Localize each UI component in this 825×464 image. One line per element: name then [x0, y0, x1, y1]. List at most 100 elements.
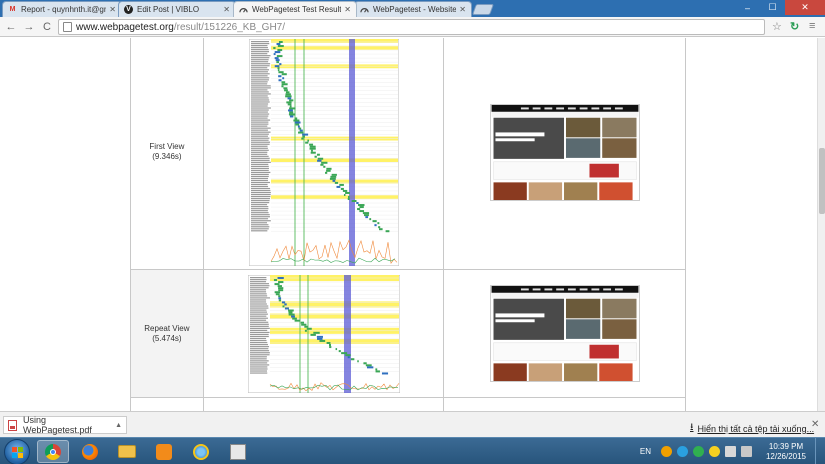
request-bar — [288, 311, 293, 314]
first-view-screenshot-cell — [443, 38, 686, 270]
site-nav-item — [614, 288, 623, 291]
request-label — [250, 185, 268, 187]
repeat-view-label: Repeat View — [144, 323, 190, 333]
taskbar-coccoc[interactable] — [148, 440, 180, 463]
page-icon — [63, 22, 72, 32]
first-view-screenshot[interactable] — [489, 103, 640, 201]
show-desktop-button[interactable] — [815, 438, 825, 464]
minimize-button[interactable]: – — [735, 0, 760, 15]
reload-button[interactable]: C — [40, 20, 54, 34]
request-bar — [363, 361, 367, 364]
story-tile — [528, 181, 562, 200]
request-label — [250, 155, 269, 157]
request-label — [250, 215, 270, 217]
start-button[interactable] — [4, 439, 30, 464]
repeat-view-waterfall[interactable] — [247, 274, 400, 393]
address-bar[interactable]: www.webpagetest.org/result/151226_KB_GH7… — [58, 19, 765, 35]
request-label — [249, 371, 267, 374]
request-label — [250, 56, 269, 58]
request-bar — [366, 365, 373, 368]
taskbar-chrome[interactable] — [37, 440, 69, 463]
close-download-bar-icon[interactable]: ✕ — [811, 419, 819, 430]
request-label — [250, 127, 271, 129]
close-icon[interactable]: ✕ — [109, 5, 116, 14]
request-label — [249, 290, 266, 292]
close-icon[interactable]: ✕ — [344, 5, 351, 14]
request-label — [250, 133, 269, 135]
close-window-button[interactable]: ✕ — [785, 0, 825, 15]
extension-icon[interactable]: ↻ — [790, 20, 799, 33]
tab-gmail[interactable]: M Report - quynhnth.it@gm ✕ — [2, 1, 122, 17]
page-scrollbar[interactable] — [817, 38, 825, 411]
chevron-up-icon[interactable]: ▲ — [115, 422, 122, 429]
request-bar — [287, 102, 292, 105]
repeat-view-screenshot[interactable] — [489, 285, 640, 382]
tab-webpagetest-site[interactable]: WebPagetest - Website Pe ✕ — [354, 1, 472, 17]
hero-headline — [495, 137, 535, 141]
windows-logo-icon — [11, 446, 23, 458]
request-label — [250, 219, 271, 221]
site-nav-item — [614, 106, 623, 109]
repeat-view-waterfall-cell — [202, 269, 445, 398]
tab-webpagetest-result[interactable]: WebPagetest Test Result ✕ — [233, 1, 357, 17]
network-icon[interactable] — [725, 446, 736, 457]
close-icon[interactable]: ✕ — [223, 5, 230, 14]
request-bar — [319, 163, 324, 166]
tray-app-icon[interactable] — [693, 446, 704, 457]
highlight-row — [270, 38, 398, 43]
request-label — [249, 333, 269, 335]
maximize-button[interactable]: ☐ — [760, 0, 785, 15]
request-bar — [377, 225, 380, 228]
request-bar — [277, 68, 280, 71]
repeat-view-label-cell: Repeat View (5.474s) — [130, 269, 204, 398]
first-view-label: First View — [149, 142, 185, 151]
request-label — [250, 50, 269, 52]
request-label — [249, 343, 268, 345]
tray-app-icon[interactable] — [661, 446, 672, 457]
site-nav-item — [591, 106, 599, 109]
request-label — [250, 191, 271, 193]
request-label — [249, 306, 269, 309]
close-icon[interactable]: ✕ — [459, 5, 466, 14]
story-tile — [493, 363, 527, 381]
back-button[interactable]: ← — [4, 20, 18, 34]
firefox-icon — [82, 443, 98, 460]
show-all-downloads-link[interactable]: ⭳ Hiển thị tất cả tệp tải xuống... — [690, 420, 814, 437]
request-label — [250, 205, 268, 207]
bookmark-star-icon[interactable]: ☆ — [772, 20, 782, 33]
site-nav-item — [555, 106, 564, 109]
taskbar-app[interactable] — [222, 440, 254, 463]
request-label — [249, 359, 269, 361]
request-label — [250, 86, 271, 88]
taskbar-explorer[interactable] — [111, 440, 143, 463]
hero-headline — [495, 319, 535, 323]
request-bar — [284, 306, 289, 309]
request-label — [250, 96, 269, 99]
tab-viblo[interactable]: V Edit Post | VIBLO ✕ — [118, 1, 236, 17]
waterfall-frame — [247, 274, 400, 393]
request-label — [250, 125, 267, 127]
request-label — [250, 217, 268, 219]
download-file-name: Using WebPagetest.pdf — [23, 415, 92, 435]
request-bar — [375, 369, 380, 372]
taskbar-ie[interactable] — [185, 440, 217, 463]
system-clock[interactable]: 10:39 PM 12/26/2015 — [757, 442, 815, 462]
tray-app-icon[interactable] — [677, 446, 688, 457]
tray-app-icon[interactable] — [709, 446, 720, 457]
request-label — [249, 341, 267, 343]
request-bar — [278, 78, 282, 81]
request-bar — [372, 219, 377, 222]
new-tab-button[interactable] — [471, 4, 495, 15]
request-bar — [275, 58, 280, 61]
language-indicator[interactable]: EN — [640, 447, 651, 456]
taskbar-firefox[interactable] — [74, 440, 106, 463]
request-label — [250, 104, 268, 107]
forward-button[interactable]: → — [22, 20, 36, 34]
request-bar — [285, 90, 290, 93]
scrollbar-thumb[interactable] — [819, 148, 825, 214]
first-view-waterfall[interactable] — [248, 38, 399, 266]
request-label — [250, 207, 269, 209]
menu-icon[interactable]: ≡ — [809, 20, 815, 32]
volume-icon[interactable] — [741, 446, 752, 457]
download-item[interactable]: Using WebPagetest.pdf ▲ — [3, 415, 127, 435]
